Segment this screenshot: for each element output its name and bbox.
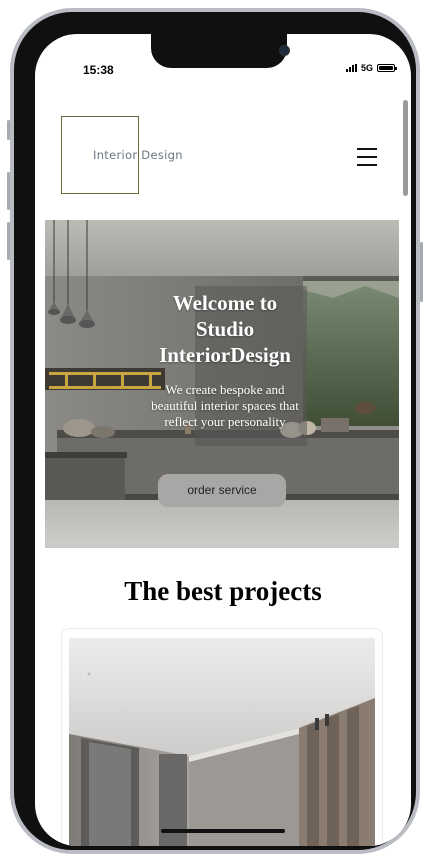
phone-bezel: 15:38 5G Interior Design Welcome to Stud… — [14, 12, 416, 850]
volume-up-button — [7, 172, 10, 210]
home-indicator[interactable] — [161, 829, 285, 833]
project-image[interactable] — [69, 638, 375, 846]
project-room-image — [69, 638, 375, 846]
status-time: 15:38 — [83, 63, 114, 77]
volume-down-button — [7, 222, 10, 260]
battery-icon — [377, 64, 397, 72]
hero-subtitle: We create bespoke and beautiful interior… — [151, 382, 299, 429]
hamburger-menu-icon[interactable] — [357, 148, 377, 166]
side-button — [7, 120, 10, 140]
hero-text: Welcome to Studio InteriorDesign We crea… — [146, 290, 304, 430]
scrollbar[interactable] — [403, 100, 408, 196]
status-indicators: 5G — [345, 63, 397, 73]
screen: 15:38 5G Interior Design Welcome to Stud… — [35, 34, 411, 846]
hero-banner: Welcome to Studio InteriorDesign We crea… — [45, 220, 399, 548]
signal-icon — [345, 64, 357, 72]
logo-text[interactable]: Interior Design — [93, 148, 183, 162]
projects-title: The best projects — [124, 576, 322, 606]
hero-title: Welcome to Studio InteriorDesign — [159, 291, 291, 367]
camera-icon — [279, 45, 290, 56]
network-label: 5G — [360, 63, 373, 73]
phone-frame: 15:38 5G Interior Design Welcome to Stud… — [7, 8, 423, 854]
notch — [151, 34, 290, 68]
order-service-button[interactable]: order service — [158, 474, 286, 507]
power-button — [420, 242, 423, 302]
